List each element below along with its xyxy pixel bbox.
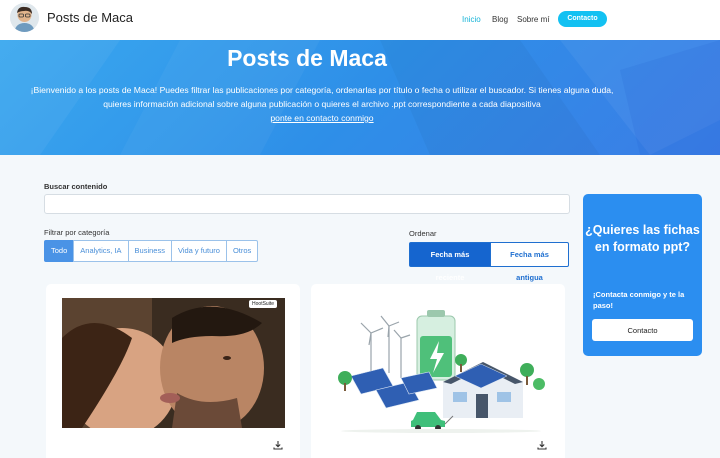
download-icon[interactable] — [273, 440, 283, 450]
nav-link-sobre-mi[interactable]: Sobre mí — [517, 15, 549, 24]
ppt-contact-card: ¿Quieres las fichas en formato ppt? ¡Con… — [583, 194, 702, 356]
ppt-contact-button[interactable]: Contacto — [592, 319, 693, 341]
hero-contact-link[interactable]: ponte en contacto conmigo — [270, 113, 373, 123]
sort-options: Fecha más reciente Fecha más antigua — [409, 242, 569, 282]
post-image-couple[interactable]: HootSuite — [62, 298, 285, 428]
hootsuite-watermark: HootSuite — [249, 300, 277, 308]
search-input[interactable] — [44, 194, 570, 214]
brand-title[interactable]: Posts de Maca — [47, 10, 133, 25]
hero-title: Posts de Maca — [227, 45, 387, 71]
filter-analytics-ia[interactable]: Analytics, IA — [73, 240, 129, 262]
sort-newest[interactable]: Fecha más reciente — [409, 242, 491, 282]
sort-oldest[interactable]: Fecha más antigua — [490, 242, 569, 282]
avatar[interactable] — [10, 3, 39, 32]
hero-banner: Posts de Maca ¡Bienvenido a los posts de… — [0, 40, 720, 155]
category-filter: Todo Analytics, IA Business Vida y futur… — [44, 240, 259, 262]
nav-contact-button[interactable]: Contacto — [558, 11, 607, 27]
filter-todo[interactable]: Todo — [44, 240, 75, 262]
nav-link-blog[interactable]: Blog — [492, 15, 508, 24]
post-card[interactable] — [311, 284, 565, 458]
ppt-card-subtitle: ¡Contacta conmigo y te la paso! — [593, 290, 685, 310]
filter-otros[interactable]: Otros — [225, 240, 259, 262]
search-label: Buscar contenido — [44, 182, 108, 191]
nav-link-inicio[interactable]: Inicio — [462, 15, 481, 24]
post-image-renewable-energy[interactable] — [331, 298, 551, 434]
post-card[interactable]: HootSuite — [46, 284, 300, 458]
filter-label: Filtrar por categoría — [44, 228, 110, 237]
hero-description: ¡Bienvenido a los posts de Maca! Puedes … — [30, 83, 614, 125]
ppt-card-title: ¿Quieres las fichas en formato ppt? — [585, 223, 700, 254]
download-icon[interactable] — [537, 440, 547, 450]
hero-text: ¡Bienvenido a los posts de Maca! Puedes … — [30, 85, 614, 109]
sort-label: Ordenar — [409, 229, 437, 238]
filter-vida-y-futuro[interactable]: Vida y futuro — [170, 240, 227, 262]
filter-business[interactable]: Business — [127, 240, 172, 262]
navbar: Posts de Maca Inicio Blog Sobre mí Conta… — [0, 0, 720, 40]
